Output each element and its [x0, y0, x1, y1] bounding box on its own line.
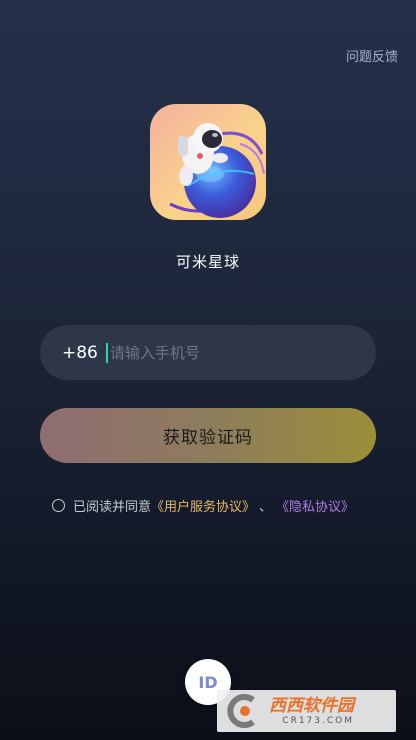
watermark-site: CR173.COM — [282, 715, 354, 726]
astronaut-planet-icon — [169, 123, 265, 218]
text-cursor — [105, 342, 108, 363]
terms-link[interactable]: 《用户服务协议》 — [151, 496, 255, 515]
get-code-button[interactable]: 获取验证码 — [40, 408, 376, 463]
agreement-prefix: 已阅读并同意 — [73, 500, 152, 515]
phone-field[interactable]: +86 — [40, 325, 376, 380]
agree-checkbox[interactable] — [52, 499, 65, 512]
phone-input[interactable] — [109, 343, 376, 362]
feedback-link[interactable]: 问题反馈 — [346, 46, 398, 65]
watermark: 西西软件园 CR173.COM — [217, 690, 396, 732]
agreement-separator: 、 — [259, 500, 273, 515]
country-code[interactable]: +86 — [62, 343, 98, 363]
privacy-link[interactable]: 《隐私协议》 — [276, 496, 354, 515]
watermark-brand: 西西软件园 — [269, 695, 354, 716]
app-logo — [150, 104, 266, 220]
agreement-row: 已阅读并同意 《用户服务协议》 、 《隐私协议》 — [52, 496, 354, 515]
watermark-logo-icon — [227, 694, 255, 728]
app-name: 可米星球 — [175, 253, 240, 271]
